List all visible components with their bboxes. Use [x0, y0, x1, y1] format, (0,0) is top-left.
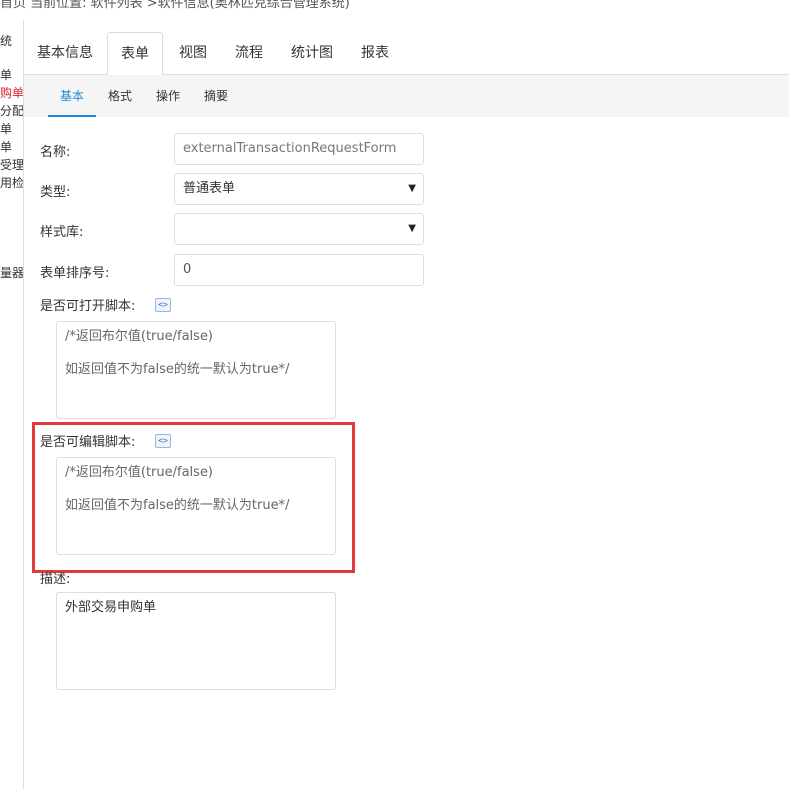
main-tabs: 基本信息 表单 视图 流程 统计图 报表	[24, 32, 789, 76]
name-input-value: externalTransactionRequestForm	[183, 141, 397, 156]
tab-report[interactable]: 报表	[348, 32, 402, 75]
edit-script-label: 是否可编辑脚本:	[40, 435, 136, 450]
type-label: 类型:	[40, 185, 71, 200]
edit-script-textarea[interactable]: /*返回布尔值(true/false) 如返回值不为false的统一默认为tru…	[56, 457, 336, 555]
caret-down-icon: ▼	[408, 183, 416, 194]
sidebar: 统 单 购单 分配 单 单 受理 用检 量器	[0, 20, 24, 789]
open-script-textarea[interactable]: /*返回布尔值(true/false) 如返回值不为false的统一默认为tru…	[56, 321, 336, 419]
sub-tabs: 基本 格式 操作 摘要	[24, 75, 789, 117]
tab-form[interactable]: 表单	[107, 32, 163, 76]
breadcrumb-text: 首页 当前位置: 软件列表 >软件信息(奥林匹克综合管理系统)	[0, 0, 350, 10]
sidebar-item-5[interactable]: 单	[0, 120, 23, 137]
sidebar-item-4[interactable]: 分配	[0, 102, 23, 119]
type-select[interactable]: 普通表单 ▼	[174, 173, 424, 205]
desc-label: 描述:	[40, 572, 71, 587]
sidebar-item-1[interactable]: 统	[0, 32, 23, 49]
edit-script-line-1: /*返回布尔值(true/false)	[65, 465, 214, 480]
open-script-line-2: 如返回值不为false的统一默认为true*/	[65, 362, 290, 377]
style-select[interactable]: ▼	[174, 213, 424, 245]
sidebar-item-9[interactable]: 量器	[0, 264, 23, 281]
edit-script-line-2: 如返回值不为false的统一默认为true*/	[65, 498, 290, 513]
tab-flow[interactable]: 流程	[222, 32, 276, 75]
sidebar-item-6[interactable]: 单	[0, 138, 23, 155]
sidebar-item-8[interactable]: 用检	[0, 174, 23, 191]
sidebar-item-3[interactable]: 购单	[0, 84, 23, 101]
script-editor-icon[interactable]: <>	[155, 298, 171, 312]
sidebar-item-2[interactable]: 单	[0, 66, 23, 83]
order-label: 表单排序号:	[40, 266, 110, 281]
name-input[interactable]: externalTransactionRequestForm	[174, 133, 424, 165]
name-label: 名称:	[40, 145, 71, 160]
caret-down-icon: ▼	[408, 223, 416, 234]
subtab-basic[interactable]: 基本	[47, 75, 97, 117]
subtab-operation[interactable]: 操作	[156, 75, 180, 117]
order-input[interactable]: 0	[174, 254, 424, 286]
tab-view[interactable]: 视图	[166, 32, 220, 75]
tab-basic-info[interactable]: 基本信息	[24, 32, 106, 75]
desc-value: 外部交易申购单	[65, 600, 157, 615]
type-select-value: 普通表单	[183, 181, 236, 196]
tab-stat-chart[interactable]: 统计图	[278, 32, 346, 75]
open-script-line-1: /*返回布尔值(true/false)	[65, 329, 214, 344]
desc-textarea[interactable]: 外部交易申购单	[56, 592, 336, 690]
subtab-format[interactable]: 格式	[108, 75, 132, 117]
style-label: 样式库:	[40, 225, 84, 240]
order-input-value: 0	[183, 262, 192, 277]
sidebar-item-7[interactable]: 受理	[0, 156, 23, 173]
open-script-label: 是否可打开脚本:	[40, 299, 136, 314]
subtab-summary[interactable]: 摘要	[204, 75, 228, 117]
breadcrumb: 首页 当前位置: 软件列表 >软件信息(奥林匹克综合管理系统)	[0, 0, 789, 10]
script-editor-icon[interactable]: <>	[155, 434, 171, 448]
